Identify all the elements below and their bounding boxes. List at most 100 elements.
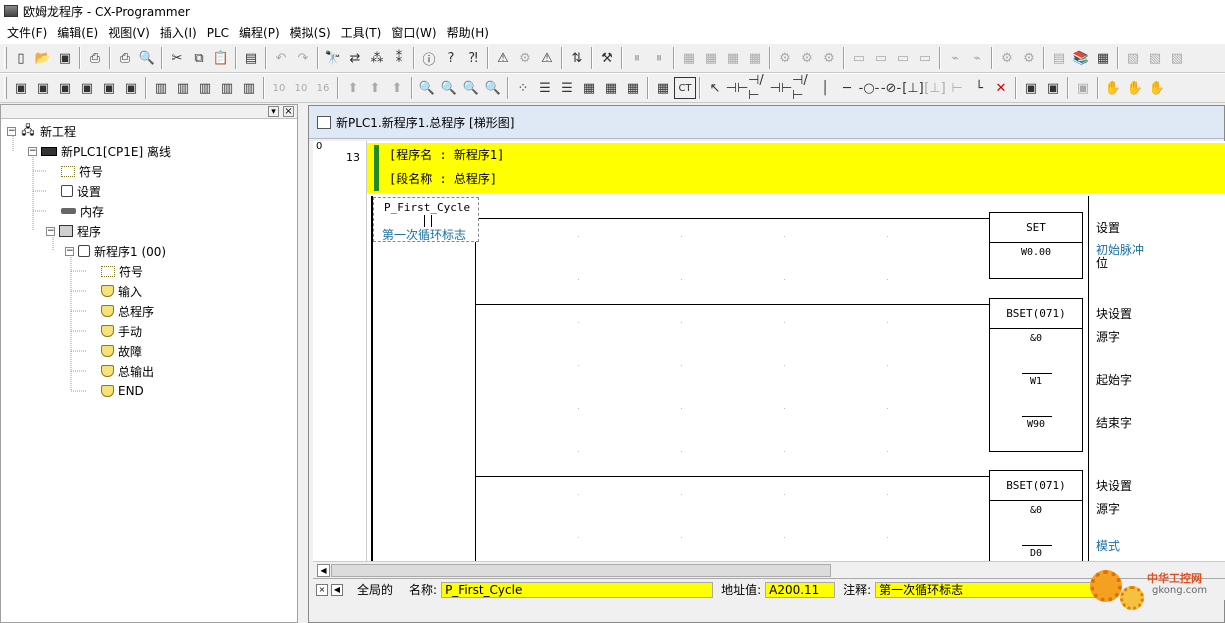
monitor-mode-icon[interactable]: ▦ (652, 77, 674, 99)
tree-node-symbols[interactable]: 符号 (61, 162, 103, 180)
io-icon-1[interactable]: ⚙ (996, 47, 1018, 69)
toolbar-grip[interactable] (4, 47, 7, 69)
task-icon-3[interactable]: ▭ (892, 47, 914, 69)
rung-comment-icon[interactable]: ▦ (578, 77, 600, 99)
task-icon-4[interactable]: ▭ (914, 47, 936, 69)
bset-instruction-block-1[interactable]: BSET(071) &0 W1 W90 (989, 298, 1083, 452)
tree-node-program1[interactable]: − 新程序1 (00) (65, 242, 166, 260)
io-window-icon[interactable]: ▣ (98, 77, 120, 99)
print-icon[interactable]: ⎙ (114, 47, 136, 69)
view-icon-5[interactable]: ▥ (238, 77, 260, 99)
save-icon[interactable]: ▣ (54, 47, 76, 69)
collapse-icon[interactable]: − (65, 246, 74, 256)
contact-or-icon[interactable]: ⊣⊢ (770, 77, 793, 99)
view-icon-3[interactable]: ▥ (194, 77, 216, 99)
tree-node-section-input[interactable]: 输入 (101, 282, 142, 300)
ladder-canvas[interactable]: 0 13 [程序名 : 新程序1] [段名称 : 总程序] P_First_Cy… (313, 141, 1225, 561)
force-off-icon[interactable]: ▦ (722, 47, 744, 69)
vertical-line-icon[interactable]: │ (814, 77, 836, 99)
tree-node-section-main[interactable]: 总程序 (101, 302, 154, 320)
output-window-icon[interactable]: ▣ (32, 77, 54, 99)
collapse-icon[interactable]: − (46, 226, 55, 236)
undo-icon[interactable]: ↶ (270, 47, 292, 69)
monitor-icon[interactable]: ▦ (678, 47, 700, 69)
tree-node-project[interactable]: − 🖧 新工程 (7, 122, 76, 140)
transfer-icon[interactable]: ⇅ (566, 47, 588, 69)
symbol-name-field[interactable]: P_First_Cycle (441, 581, 714, 598)
menu-simulate[interactable]: 模拟(S) (285, 24, 336, 41)
cut-icon[interactable]: ✂ (166, 47, 188, 69)
cross-ref-icon[interactable]: ⁂ (366, 47, 388, 69)
coil-nc-icon[interactable]: -⊘- (880, 77, 902, 99)
contact-p-first-cycle[interactable]: P_First_Cycle 第一次循环标志 (373, 197, 479, 242)
properties-window-icon[interactable]: ▣ (120, 77, 142, 99)
replace-icon[interactable]: ⇄ (344, 47, 366, 69)
comment-display-icon[interactable]: ☰ (534, 77, 556, 99)
tree-node-section-output[interactable]: 总输出 (101, 362, 154, 380)
online-icon[interactable]: ⚙ (514, 47, 536, 69)
tree-node-plc[interactable]: − 新PLC1[CP1E] 离线 (28, 142, 171, 160)
horizontal-line-icon[interactable]: ─ (836, 77, 858, 99)
display-10-button[interactable]: 10 (268, 77, 290, 99)
diff-icon[interactable]: ⚙ (818, 47, 840, 69)
close-icon[interactable]: × (316, 583, 328, 596)
collapse-icon[interactable]: − (7, 126, 16, 136)
horizontal-scrollbar[interactable]: ◀ (313, 561, 1225, 578)
collapse-icon[interactable]: − (28, 146, 37, 156)
online-edit-3-icon[interactable]: ▣ (1072, 77, 1094, 99)
copy-icon[interactable]: ⧉ (188, 47, 210, 69)
trace-icon-1[interactable]: ⌁ (944, 47, 966, 69)
menu-edit[interactable]: 编辑(E) (52, 24, 103, 41)
instruction-icon[interactable]: [⊥] (902, 77, 924, 99)
tree-node-section-manual[interactable]: 手动 (101, 322, 142, 340)
tree-node-section-fault[interactable]: 故障 (101, 342, 142, 360)
properties-icon[interactable]: ⓘ (418, 47, 440, 69)
io-icon-2[interactable]: ⚙ (1018, 47, 1040, 69)
new-file-icon[interactable]: ▯ (10, 47, 32, 69)
tree-node-settings[interactable]: 设置 (61, 182, 101, 200)
zoom-icon[interactable]: 🔍 (416, 77, 438, 99)
force-on-icon[interactable]: ▦ (700, 47, 722, 69)
display-16-button[interactable]: 16 (312, 77, 334, 99)
comment-field[interactable]: 第一次循环标志 (875, 581, 1106, 598)
extra-icon-2[interactable]: ▧ (1144, 47, 1166, 69)
address-window-icon[interactable]: ▣ (76, 77, 98, 99)
menu-window[interactable]: 窗口(W) (386, 24, 441, 41)
menu-tools[interactable]: 工具(T) (336, 24, 387, 41)
scroll-left-icon[interactable]: ◀ (317, 564, 330, 577)
coil-icon[interactable]: -○- (858, 77, 880, 99)
find-icon[interactable]: 🔭 (322, 47, 344, 69)
scroll-thumb[interactable] (331, 564, 831, 577)
menu-help[interactable]: 帮助(H) (442, 24, 494, 41)
run-icon[interactable]: ⏸ (626, 47, 648, 69)
contact-no-icon[interactable]: ⊣⊢ (726, 77, 749, 99)
contact-or-nc-icon[interactable]: ⊣/⊢ (792, 74, 814, 102)
watch-window-icon[interactable]: ▣ (54, 77, 76, 99)
toolbar-grip[interactable] (4, 77, 7, 99)
move-down-icon[interactable]: ⬆ (364, 77, 386, 99)
contact-nc-icon[interactable]: ⊣/⊢ (748, 74, 770, 102)
compile-icon[interactable]: ⚒ (596, 47, 618, 69)
library-icon[interactable]: 📚 (1070, 47, 1092, 69)
pause-icon[interactable]: ⏸ (648, 47, 670, 69)
extra-icon-1[interactable]: ▧ (1122, 47, 1144, 69)
menu-plc[interactable]: PLC (202, 26, 234, 40)
tree-node-section-symbols[interactable]: 符号 (101, 262, 143, 280)
redo-icon[interactable]: ↷ (292, 47, 314, 69)
print-preview-icon[interactable]: ⎙ (84, 47, 106, 69)
task-icon-2[interactable]: ▭ (870, 47, 892, 69)
warning-icon[interactable]: ⚠ (492, 47, 514, 69)
address-ref-icon[interactable]: ⁑ (388, 47, 410, 69)
zoom-in-icon[interactable]: 🔍 (438, 77, 460, 99)
ct-button[interactable]: CT (674, 77, 696, 99)
zoom-out-icon[interactable]: 🔍 (460, 77, 482, 99)
rung-comment-band[interactable]: [程序名 : 新程序1] [段名称 : 总程序] (367, 143, 1225, 193)
tree-node-programs[interactable]: − 程序 (46, 222, 101, 240)
hand-icon-1[interactable]: ✋ (1102, 77, 1124, 99)
pt-icon-2[interactable]: ⊢ (946, 77, 968, 99)
reset-icon[interactable]: ⚙ (796, 47, 818, 69)
paste-special-icon[interactable]: ▤ (240, 47, 262, 69)
step-icon[interactable]: ⬆ (386, 77, 408, 99)
tree-node-section-end[interactable]: END (101, 382, 144, 400)
set-instruction-block[interactable]: SET W0.00 (989, 212, 1083, 279)
